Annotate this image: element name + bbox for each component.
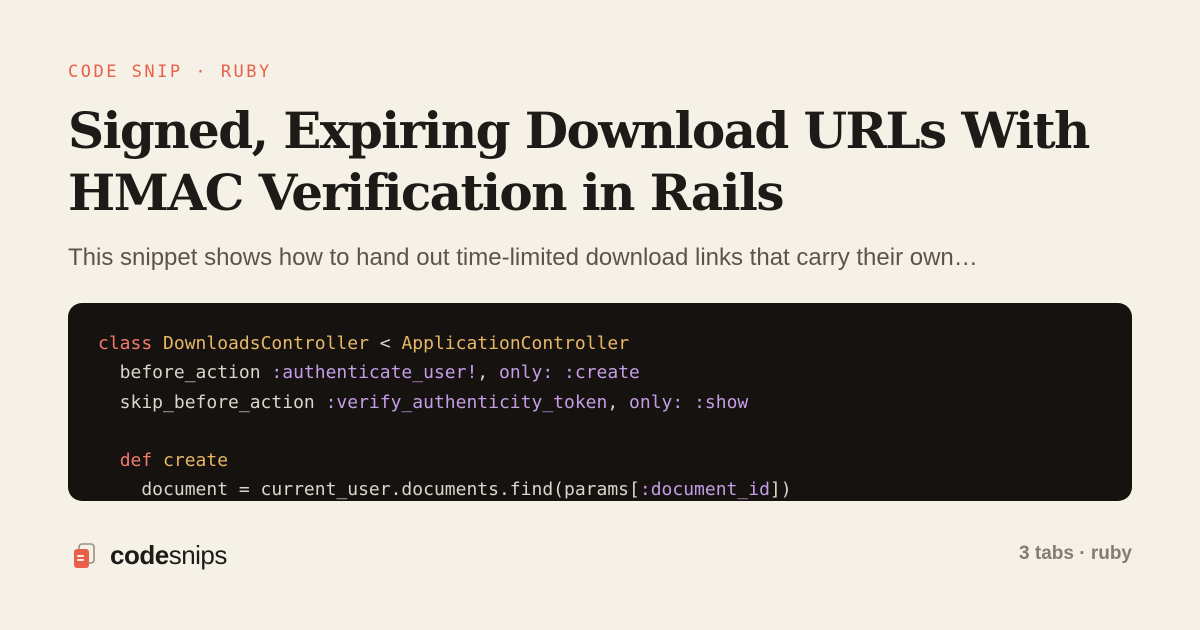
code-token-plain: before_action <box>98 362 272 384</box>
code-line: skip_before_action :verify_authenticity_… <box>98 388 1102 417</box>
snippet-meta: 3 tabs · ruby <box>1019 543 1132 564</box>
brand-name: codesnips <box>110 540 227 571</box>
code-token-sym: :create <box>564 362 640 384</box>
code-token-cls: ApplicationController <box>401 333 630 354</box>
category-eyebrow: CODE SNIP · RUBY <box>68 62 272 82</box>
code-line: before_action :authenticate_user!, only:… <box>98 358 1102 387</box>
stacked-cards-icon <box>74 542 95 568</box>
code-token-sym: :authenticate_user! <box>271 362 478 384</box>
code-token-sym: :verify_authenticity_token <box>325 391 608 413</box>
code-token-sym: only: <box>629 391 684 413</box>
code-token-plain: document = current_user.documents.find(p… <box>98 479 640 501</box>
code-token-sym: :show <box>694 391 749 413</box>
code-token-kw: class <box>98 333 153 354</box>
code-token-sym: :document_id <box>639 479 770 501</box>
snippet-excerpt: This snippet shows how to hand out time-… <box>68 244 978 271</box>
code-content: class DownloadsController < ApplicationC… <box>68 303 1132 501</box>
code-token-plain: , <box>477 362 499 384</box>
code-token-plain: < <box>368 333 402 354</box>
code-line: def create <box>98 446 1102 475</box>
code-token-cls: DownloadsController <box>163 333 369 354</box>
page-title: Signed, Expiring Download URLs With HMAC… <box>68 101 1090 222</box>
code-block: class DownloadsController < ApplicationC… <box>68 303 1132 501</box>
code-line: class DownloadsController < ApplicationC… <box>98 329 1102 358</box>
code-token-plain: , <box>607 391 630 413</box>
code-token-plain: skip_before_action <box>98 391 326 413</box>
code-token-kw: def <box>119 450 153 472</box>
brand-name-bold: code <box>110 540 169 570</box>
brand-name-light: snips <box>168 540 228 570</box>
code-token-cls: create <box>163 450 229 472</box>
brand-logo[interactable]: codesnips <box>72 540 227 571</box>
code-token-sym: only: <box>498 362 554 384</box>
code-token-plain: ]) <box>769 479 792 501</box>
code-line: document = current_user.documents.find(p… <box>98 475 1102 501</box>
